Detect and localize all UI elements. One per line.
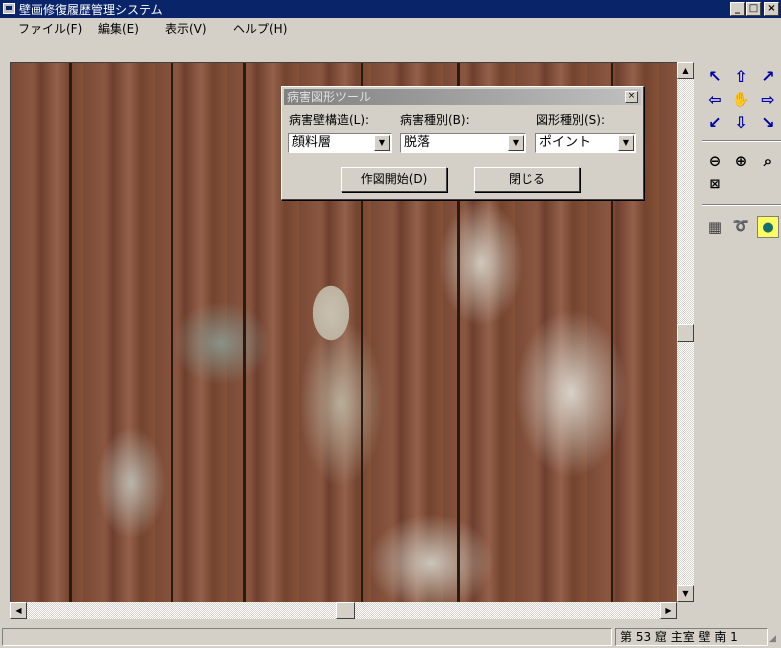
mural-crack — [243, 63, 246, 602]
wall-structure-select[interactable]: 顔料層 ▼ — [288, 133, 392, 153]
mural-crack — [69, 63, 72, 602]
mural-crack — [171, 63, 173, 602]
chevron-down-icon: ▼ — [622, 138, 630, 147]
wall-structure-value: 顔料層 — [292, 135, 332, 150]
shape-type-value: ポイント — [539, 135, 592, 150]
close-icon: × — [627, 91, 636, 101]
zoom-in-icon[interactable]: ⊕ — [730, 150, 752, 172]
dropdown-button[interactable]: ▼ — [618, 135, 634, 151]
chevron-down-icon: ▼ — [512, 138, 520, 147]
arrow-up-right-icon[interactable]: ↗ — [757, 66, 779, 88]
toolbar-divider — [702, 204, 781, 206]
horizontal-scroll-thumb[interactable] — [336, 602, 355, 619]
arrow-left-icon: ◀ — [15, 606, 22, 615]
scroll-right-button[interactable]: ▶ — [660, 602, 677, 619]
tool-panel: ↖ ⇧ ↗ ⇦ ✋ ⇨ ↙ ⇩ ↘ ⊖ ⊕ ⌕ ⊠ ▦ ➰ ● — [700, 62, 781, 622]
arrow-up-icon: ▲ — [682, 66, 689, 75]
damage-type-select[interactable]: 脱落 ▼ — [400, 133, 526, 153]
toolbar-divider — [702, 140, 781, 142]
resize-grip-icon[interactable]: ◢ — [769, 634, 779, 646]
horizontal-scrollbar[interactable]: ◀ ▶ — [10, 602, 677, 619]
zoom-out-icon[interactable]: ⊖ — [704, 150, 726, 172]
arrow-up-icon[interactable]: ⇧ — [730, 66, 752, 88]
start-drawing-button[interactable]: 作図開始(D) — [341, 167, 447, 192]
title-bar[interactable]: 壁画修復履歴管理システム _ □ × — [0, 0, 781, 18]
shape-type-select[interactable]: ポイント ▼ — [535, 133, 636, 153]
menu-file[interactable]: ファイル(F) — [18, 20, 82, 37]
damage-type-value: 脱落 — [404, 135, 431, 150]
scroll-corner — [677, 602, 694, 619]
zoom-fit-icon[interactable]: ⌕ — [757, 150, 779, 172]
app-window: 壁画修復履歴管理システム _ □ × ファイル(F) 編集(E) 表示(V) ヘ… — [0, 0, 781, 648]
status-bar: 第 53 窟 主室 壁 南 1 ◢ — [0, 626, 781, 648]
arrow-up-left-icon[interactable]: ↖ — [704, 66, 726, 88]
menu-edit[interactable]: 編集(E) — [98, 20, 139, 37]
hand-pan-icon[interactable]: ✋ — [730, 89, 752, 111]
dialog-title-bar[interactable]: 病害図形ツール × — [284, 89, 641, 105]
arrow-down-icon: ▼ — [682, 589, 689, 598]
wall-structure-label: 病害壁構造(L): — [289, 113, 370, 127]
damage-shape-tool-dialog: 病害図形ツール × 病害壁構造(L): 病害種別(B): 図形種別(S): 顔料… — [281, 86, 644, 200]
close-icon: × — [767, 3, 776, 14]
fill-shape-icon[interactable]: ● — [757, 216, 779, 238]
vertical-scrollbar[interactable]: ▲ ▼ — [677, 62, 694, 602]
grid-icon[interactable]: ▦ — [704, 216, 726, 238]
menu-bar: ファイル(F) 編集(E) 表示(V) ヘルプ(H) — [0, 18, 781, 38]
maximize-button[interactable]: □ — [746, 2, 761, 16]
arrow-down-icon[interactable]: ⇩ — [730, 112, 752, 134]
minimize-icon: _ — [735, 3, 740, 14]
arrow-down-left-icon[interactable]: ↙ — [704, 112, 726, 134]
arrow-down-right-icon[interactable]: ↘ — [757, 112, 779, 134]
vertical-scroll-thumb[interactable] — [677, 324, 694, 342]
lasso-icon[interactable]: ➰ — [730, 216, 752, 238]
dropdown-button[interactable]: ▼ — [508, 135, 524, 151]
arrow-right-icon[interactable]: ⇨ — [757, 89, 779, 111]
dropdown-button[interactable]: ▼ — [374, 135, 390, 151]
arrow-right-icon: ▶ — [665, 606, 672, 615]
app-icon[interactable] — [3, 3, 15, 14]
menu-view[interactable]: 表示(V) — [165, 20, 207, 37]
status-message — [2, 628, 612, 646]
close-button[interactable]: × — [764, 2, 779, 16]
chevron-down-icon: ▼ — [378, 138, 386, 147]
scroll-down-button[interactable]: ▼ — [677, 585, 694, 602]
menu-help[interactable]: ヘルプ(H) — [233, 20, 287, 37]
scroll-up-button[interactable]: ▲ — [677, 62, 694, 79]
shape-type-label: 図形種別(S): — [536, 113, 606, 127]
status-location: 第 53 窟 主室 壁 南 1 — [615, 628, 768, 646]
arrow-left-icon[interactable]: ⇦ — [704, 89, 726, 111]
zoom-region-icon[interactable]: ⊠ — [704, 174, 726, 196]
scroll-left-button[interactable]: ◀ — [10, 602, 27, 619]
dialog-close-button[interactable]: × — [625, 91, 638, 103]
maximize-icon: □ — [748, 3, 759, 14]
minimize-button[interactable]: _ — [730, 2, 745, 16]
damage-type-label: 病害種別(B): — [400, 113, 470, 127]
close-dialog-button[interactable]: 閉じる — [474, 167, 580, 192]
window-title: 壁画修復履歴管理システム — [19, 3, 163, 17]
dialog-title: 病害図形ツール — [287, 90, 372, 104]
